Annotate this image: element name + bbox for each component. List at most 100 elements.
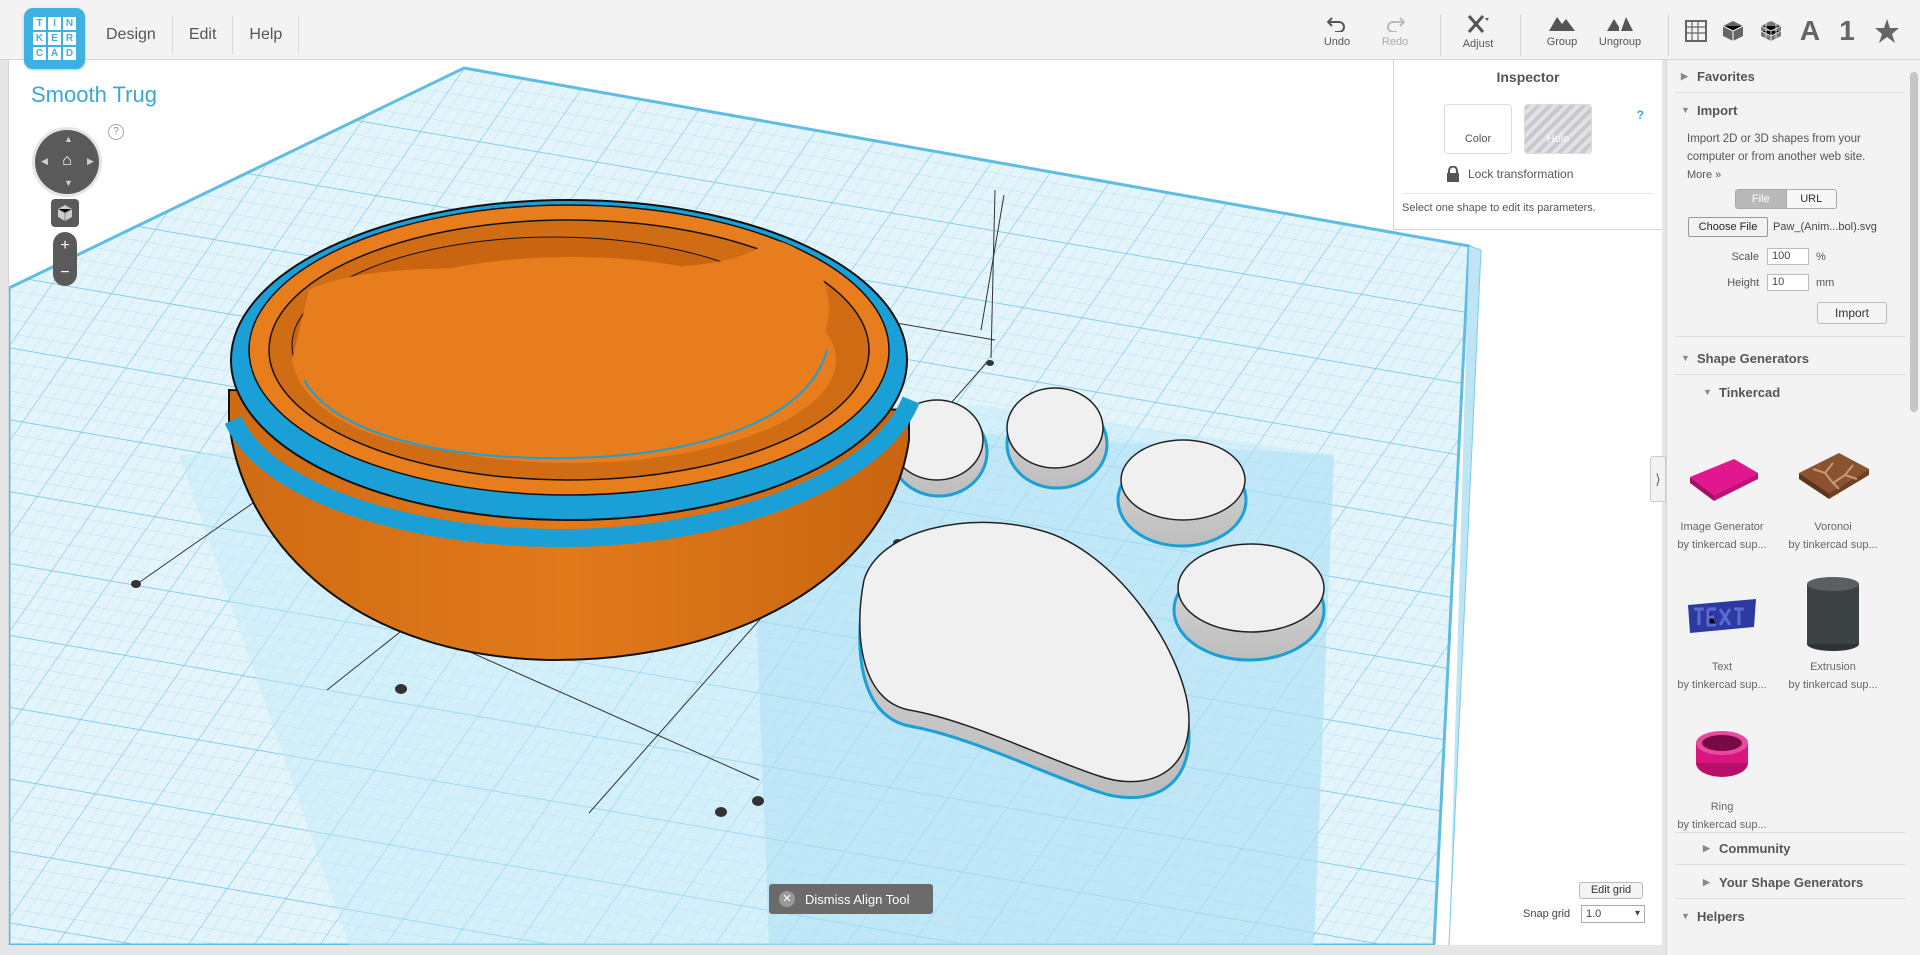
helpers-label: Helpers — [1697, 909, 1745, 924]
menu-edit[interactable]: Edit — [173, 16, 234, 54]
tinkercad-label: Tinkercad — [1719, 385, 1781, 400]
shape-extrusion[interactable]: Extrusion by tinkercad sup... — [1778, 572, 1888, 694]
voronoi-thumbnail — [1790, 432, 1876, 514]
zoom-out-icon[interactable]: − — [53, 259, 77, 286]
ungroup-button[interactable]: Ungroup — [1590, 14, 1650, 48]
box-icon[interactable] — [1718, 16, 1748, 46]
shape-image-generator[interactable]: Image Generator by tinkercad sup... — [1667, 432, 1777, 554]
bowl-shape[interactable] — [224, 199, 920, 662]
lock-label: Lock transformation — [1468, 167, 1574, 181]
triangle-right-icon: ▶ — [1681, 71, 1688, 81]
selected-file-name: Paw_(Anim...bol).svg — [1773, 221, 1877, 233]
sidebar-scrollbar[interactable] — [1910, 72, 1918, 412]
close-icon: ✕ — [779, 891, 795, 907]
workplane[interactable]: Smooth Trug ? ▲ ▼ ◀ ▶ ⌂ + − Inspector ? … — [8, 60, 1662, 945]
height-input[interactable]: 10 — [1767, 274, 1809, 291]
adjust-button[interactable]: Adjust — [1448, 14, 1508, 50]
scale-label: Scale — [1731, 251, 1759, 263]
height-unit: mm — [1816, 277, 1835, 289]
menu-design[interactable]: Design — [90, 16, 173, 54]
import-description-text: Import 2D or 3D shapes from your compute… — [1687, 133, 1866, 163]
redo-icon — [1387, 17, 1405, 32]
ungroup-icon — [1607, 17, 1633, 31]
orbit-left-icon[interactable]: ◀ — [41, 156, 48, 167]
shape-text[interactable]: Text by tinkercad sup... — [1667, 572, 1777, 694]
text-a-icon[interactable]: A — [1795, 15, 1825, 46]
shape-author: by tinkercad sup... — [1788, 679, 1878, 691]
height-label: Height — [1727, 277, 1759, 289]
shape-author: by tinkercad sup... — [1788, 539, 1878, 551]
favorites-label: Favorites — [1697, 69, 1755, 84]
helpers-section[interactable]: ▼ Helpers — [1667, 909, 1905, 924]
shape-author: by tinkercad sup... — [1677, 679, 1767, 691]
undo-label: Undo — [1323, 36, 1351, 48]
redo-button[interactable]: Redo — [1365, 14, 1425, 48]
shape-name: Voronoi — [1814, 521, 1852, 533]
import-more-link[interactable]: More » — [1687, 169, 1721, 181]
edit-grid-button[interactable]: Edit grid — [1579, 882, 1643, 899]
inspector-help-icon[interactable]: ? — [1637, 108, 1644, 122]
community-section[interactable]: ▶ Community — [1667, 841, 1905, 856]
ungroup-label: Ungroup — [1598, 36, 1642, 48]
snap-grid-label: Snap grid — [1523, 908, 1571, 920]
shape-name: Ring — [1710, 801, 1734, 813]
favorites-section[interactable]: ▶ Favorites — [1667, 69, 1905, 84]
collapse-panel-button[interactable]: ⟩ — [1650, 456, 1666, 502]
home-icon[interactable]: ⌂ — [57, 152, 77, 172]
chevron-right-icon: ⟩ — [1655, 471, 1661, 487]
community-label: Community — [1719, 841, 1791, 856]
dismiss-align-tool-button[interactable]: ✕ Dismiss Align Tool — [769, 884, 933, 914]
help-icon[interactable]: ? — [108, 124, 124, 140]
orbit-up-icon[interactable]: ▲ — [64, 134, 73, 144]
import-source-tabs: File URL — [1735, 189, 1837, 209]
import-button[interactable]: Import — [1817, 302, 1887, 324]
your-shape-generators-label: Your Shape Generators — [1719, 875, 1864, 890]
hole-swatch[interactable]: Hole — [1524, 104, 1592, 154]
shape-generators-section[interactable]: ▼ Shape Generators — [1667, 351, 1905, 366]
right-sidebar: ▶ Favorites ▼ Import Import 2D or 3D sha… — [1666, 60, 1920, 955]
zoom-in-icon[interactable]: + — [53, 232, 77, 259]
view-navigator[interactable]: ▲ ▼ ◀ ▶ ⌂ — [35, 130, 99, 194]
triangle-down-icon: ▼ — [1681, 353, 1690, 363]
undo-button[interactable]: Undo — [1307, 14, 1367, 48]
zoom-control: + − — [53, 232, 77, 286]
image-generator-thumbnail — [1679, 432, 1765, 514]
grid-view-icon[interactable] — [1681, 16, 1711, 46]
shape-name: Image Generator — [1680, 521, 1764, 533]
orbit-down-icon[interactable]: ▼ — [64, 178, 73, 188]
tinkercad-subsection[interactable]: ▼ Tinkercad — [1667, 385, 1905, 400]
choose-file-button[interactable]: Choose File — [1688, 217, 1768, 237]
menu-help[interactable]: Help — [233, 16, 300, 54]
text-shape-thumbnail — [1679, 572, 1765, 654]
your-shape-generators-section[interactable]: ▶ Your Shape Generators — [1667, 875, 1905, 890]
triangle-down-icon: ▼ — [1681, 911, 1690, 921]
inspector-hint: Select one shape to edit its parameters. — [1402, 193, 1654, 214]
tab-url[interactable]: URL — [1785, 190, 1836, 208]
wire-box-icon[interactable] — [1756, 16, 1786, 46]
design-title[interactable]: Smooth Trug — [31, 82, 157, 108]
scale-input[interactable]: 100 — [1767, 248, 1809, 265]
star-icon[interactable] — [1872, 16, 1902, 46]
group-button[interactable]: Group — [1532, 14, 1592, 48]
triangle-down-icon: ▼ — [1681, 105, 1690, 115]
triangle-right-icon: ▶ — [1703, 843, 1710, 853]
group-label: Group — [1546, 36, 1578, 48]
tinkercad-logo[interactable]: TIN KER CAD — [24, 8, 85, 69]
orbit-right-icon[interactable]: ▶ — [87, 156, 94, 167]
number-one-icon[interactable]: 1 — [1832, 15, 1862, 46]
snap-grid-select[interactable]: 1.0 — [1581, 905, 1645, 923]
shape-voronoi[interactable]: Voronoi by tinkercad sup... — [1778, 432, 1888, 554]
group-icon — [1549, 17, 1575, 31]
shape-name: Text — [1711, 661, 1733, 673]
ring-thumbnail — [1679, 712, 1765, 794]
lock-transformation[interactable]: Lock transformation — [1446, 166, 1573, 182]
view-cube-icon[interactable] — [51, 199, 79, 227]
import-description: Import 2D or 3D shapes from your compute… — [1687, 130, 1897, 184]
color-swatch[interactable]: Color — [1444, 104, 1512, 154]
import-section[interactable]: ▼ Import — [1667, 103, 1905, 118]
triangle-right-icon: ▶ — [1703, 877, 1710, 887]
tab-file[interactable]: File — [1736, 190, 1786, 208]
inspector-panel: Inspector ? Color Hole Lock transformati… — [1393, 60, 1662, 230]
top-bar: Design Edit Help Undo Redo Adjust Group … — [0, 0, 1920, 60]
shape-ring[interactable]: Ring by tinkercad sup... — [1667, 712, 1777, 834]
